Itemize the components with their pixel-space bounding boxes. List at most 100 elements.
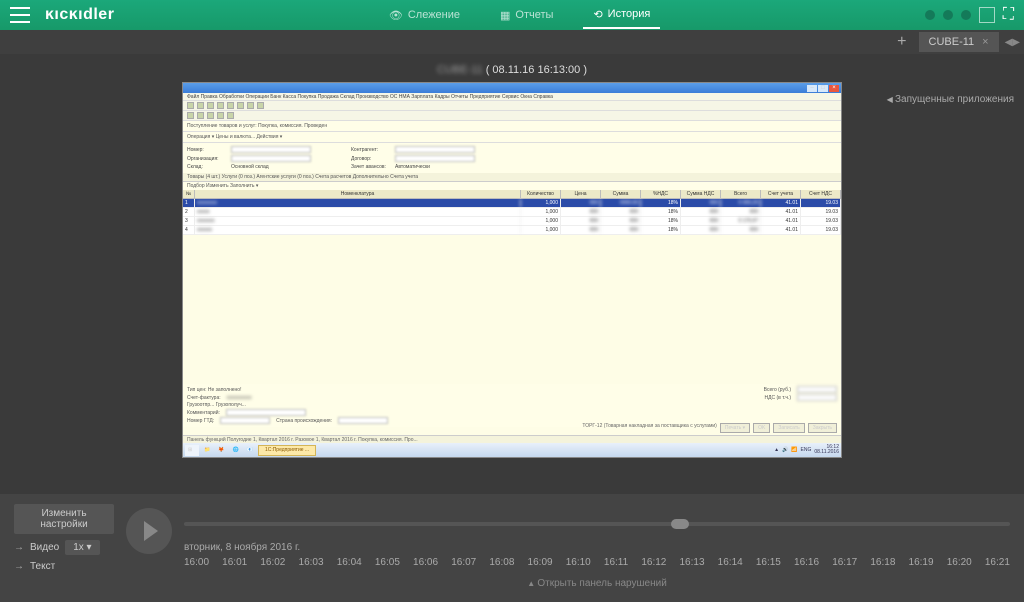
status-dot: [943, 10, 953, 20]
windows-taskbar[interactable]: ⊞ 📁 🦊 🌐 📧 1С:Предприятие ... ▲🔊📶 ENG 16:…: [183, 443, 841, 457]
taskbar-pin[interactable]: 📧: [244, 445, 256, 456]
toolbar-icon[interactable]: [237, 102, 244, 109]
play-icon: [144, 521, 158, 541]
tab-nav-arrows[interactable]: ◀▶: [1005, 37, 1020, 48]
time-tick[interactable]: 16:20: [947, 557, 972, 568]
header-right: ⛶: [925, 6, 1014, 24]
doc-title: Поступление товаров и услуг: Покупка, ко…: [183, 121, 841, 132]
taskbar-app[interactable]: 1С:Предприятие ...: [258, 445, 316, 456]
tab-history[interactable]: ⟲История: [583, 2, 660, 29]
taskbar-pin[interactable]: 🌐: [229, 445, 241, 456]
toolbar-icon[interactable]: [187, 102, 194, 109]
minimize-icon[interactable]: –: [807, 85, 817, 92]
timeline-track[interactable]: [184, 522, 1010, 526]
doc-subheader[interactable]: Операция ▾ Цены и валюта... Действия ▾: [183, 132, 841, 143]
counter-field[interactable]: [395, 146, 475, 153]
time-tick[interactable]: 16:00: [184, 557, 209, 568]
data-grid[interactable]: №НоменклатураКоличествоЦенаСумма%НДССумм…: [183, 190, 841, 235]
close-button[interactable]: Закрыть: [808, 423, 837, 433]
time-tick[interactable]: 16:08: [489, 557, 514, 568]
taskbar-pin[interactable]: 🦊: [215, 445, 227, 456]
tab-reports[interactable]: ▦Отчеты: [490, 2, 563, 29]
violations-panel-toggle[interactable]: Открыть панель нарушений: [184, 578, 1010, 589]
session-tab-label: CUBE-11: [929, 36, 975, 48]
time-tick[interactable]: 16:10: [566, 557, 591, 568]
running-apps-toggle[interactable]: Запущенные приложения: [887, 94, 1014, 105]
settings-button[interactable]: Изменить настройки: [14, 504, 114, 534]
save-button[interactable]: Записать: [773, 423, 804, 433]
time-tick[interactable]: 16:18: [870, 557, 895, 568]
time-tick[interactable]: 16:06: [413, 557, 438, 568]
gtd-field[interactable]: [220, 417, 270, 424]
maximize-icon[interactable]: □: [818, 85, 828, 92]
toolbar-icon[interactable]: [197, 112, 204, 119]
toolbar-icon[interactable]: [227, 112, 234, 119]
system-tray[interactable]: ▲🔊📶 ENG 16:12 08.11.2016: [774, 445, 839, 455]
grid-header: №НоменклатураКоличествоЦенаСумма%НДССумм…: [183, 190, 841, 199]
toolbar-icon[interactable]: [217, 112, 224, 119]
table-row[interactable]: 3xxxxxxx1,00000000018%0000 170,9741.0119…: [183, 217, 841, 226]
time-tick[interactable]: 16:15: [756, 557, 781, 568]
time-tick[interactable]: 16:11: [604, 557, 628, 568]
add-tab-button[interactable]: +: [891, 33, 912, 51]
comment-field[interactable]: [226, 409, 306, 416]
app-toolbar-2[interactable]: [183, 111, 841, 121]
toolbar-icon[interactable]: [227, 102, 234, 109]
table-row[interactable]: 1xxxxxxxx1,0000000000.0018%0000 000,2941…: [183, 199, 841, 208]
doc-tabs[interactable]: Товары (4 шт.) Услуги (0 поз.) Агентские…: [183, 173, 841, 182]
toolbar-icon[interactable]: [217, 102, 224, 109]
menu-icon[interactable]: [10, 7, 30, 23]
app-menubar[interactable]: Файл Правка Обработки Операции Банк Касс…: [183, 93, 841, 101]
table-row[interactable]: 2xxxxx1,00000000018%00000041.0119.03: [183, 208, 841, 217]
doc-bottom-tabs[interactable]: Панель функций Полугодие 1, Квартал 2016…: [183, 435, 841, 443]
window-icon[interactable]: [979, 7, 995, 23]
eye-icon: 👁: [389, 9, 403, 22]
org-field[interactable]: [231, 155, 311, 162]
time-tick[interactable]: 16:07: [451, 557, 476, 568]
toolbar-icon[interactable]: [207, 112, 214, 119]
print-button[interactable]: Печать ▾: [720, 423, 750, 433]
play-button[interactable]: [126, 508, 172, 554]
toolbar-icon[interactable]: [187, 112, 194, 119]
taskbar-pin[interactable]: 📁: [201, 445, 213, 456]
time-tick[interactable]: 16:01: [222, 557, 247, 568]
session-tab[interactable]: CUBE-11 ×: [919, 32, 999, 52]
time-tick[interactable]: 16:03: [299, 557, 324, 568]
time-tick[interactable]: 16:12: [641, 557, 666, 568]
arrow-icon: →: [14, 542, 24, 553]
screenshot-viewer[interactable]: – □ × Файл Правка Обработки Операции Бан…: [182, 82, 842, 458]
video-label: Видео: [30, 542, 59, 553]
time-tick[interactable]: 16:21: [985, 557, 1010, 568]
time-tick[interactable]: 16:05: [375, 557, 400, 568]
close-icon[interactable]: ×: [829, 85, 839, 92]
time-tick[interactable]: 16:13: [680, 557, 705, 568]
warehouse-value: Основной склад: [231, 164, 269, 170]
doc-subtoolbar[interactable]: Подбор Изменить Заполнить ▾: [183, 182, 841, 190]
app-toolbar[interactable]: [183, 101, 841, 111]
toolbar-icon[interactable]: [197, 102, 204, 109]
table-row[interactable]: 4xxxxxx1,00000000018%00000041.0119.03: [183, 226, 841, 235]
timeline-thumb[interactable]: [671, 519, 689, 529]
time-tick[interactable]: 16:16: [794, 557, 819, 568]
clock: 16:12 08.11.2016: [814, 445, 839, 455]
contract-field[interactable]: [395, 155, 475, 162]
speed-select[interactable]: 1x ▾: [65, 540, 99, 555]
country-field[interactable]: [338, 417, 388, 424]
time-tick[interactable]: 16:17: [832, 557, 857, 568]
tab-tracking[interactable]: 👁Слежение: [379, 2, 470, 29]
ok-button[interactable]: OK: [753, 423, 770, 433]
time-tick[interactable]: 16:19: [909, 557, 934, 568]
time-tick[interactable]: 16:02: [260, 557, 285, 568]
toolbar-icon[interactable]: [247, 102, 254, 109]
lang-indicator[interactable]: ENG: [801, 447, 812, 453]
start-button[interactable]: ⊞: [185, 445, 199, 456]
close-icon[interactable]: ×: [982, 36, 988, 48]
text-label[interactable]: Текст: [30, 561, 55, 572]
time-tick[interactable]: 16:04: [337, 557, 362, 568]
time-tick[interactable]: 16:09: [528, 557, 553, 568]
toolbar-icon[interactable]: [257, 102, 264, 109]
fullscreen-icon[interactable]: ⛶: [1003, 6, 1014, 24]
time-tick[interactable]: 16:14: [718, 557, 743, 568]
number-field[interactable]: [231, 146, 311, 153]
toolbar-icon[interactable]: [207, 102, 214, 109]
